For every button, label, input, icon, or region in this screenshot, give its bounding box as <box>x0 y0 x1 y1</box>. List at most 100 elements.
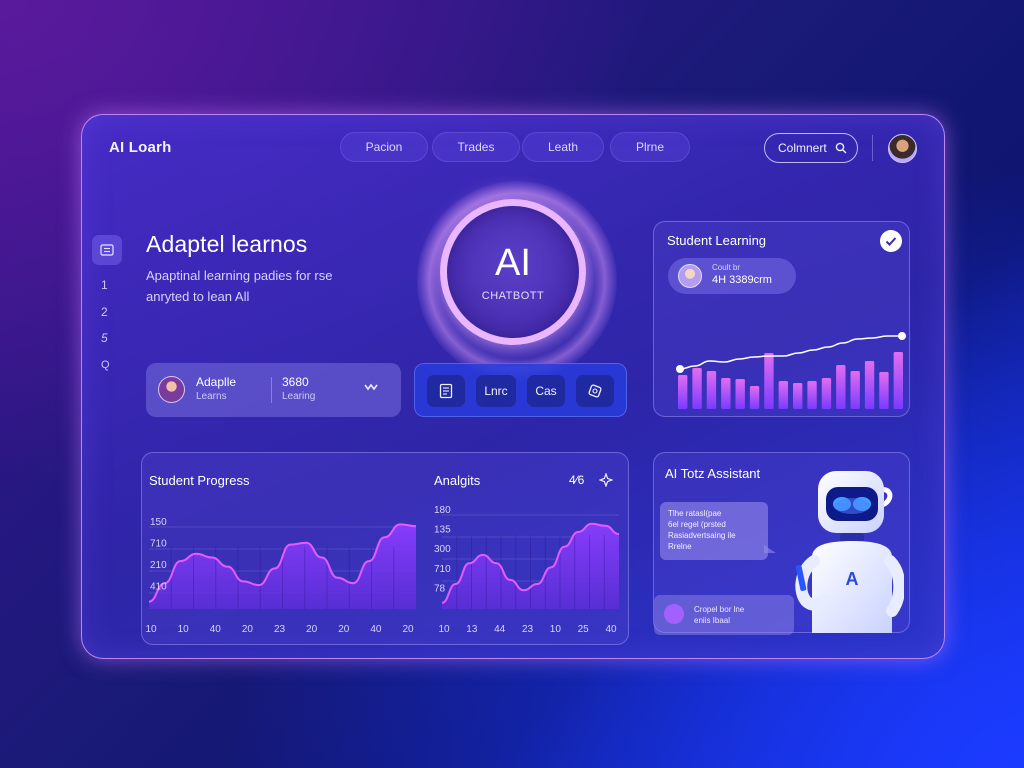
sidebar-item-2[interactable]: 2 <box>101 305 108 319</box>
message-line-2: eniis Ibaal <box>694 616 731 625</box>
hero-subtitle-line-2: anryted to lean All <box>146 289 250 304</box>
nav-item-leath[interactable]: Leath <box>522 132 604 162</box>
sidebar-item-1[interactable]: 1 <box>101 278 108 292</box>
progress-analytics-charts: 150 710 210 410 10 10 40 20 23 20 20 40 20 180 135 300 7… <box>145 505 620 635</box>
progress-x-tick: 10 <box>145 624 157 635</box>
analytics-x-tick: 44 <box>494 624 506 635</box>
chip-tool-button[interactable] <box>576 375 614 407</box>
progress-x-tick: 20 <box>402 624 414 635</box>
robot-logo-letter: A <box>846 569 859 589</box>
document-tool-button[interactable] <box>427 375 465 407</box>
learning-bar <box>893 352 903 409</box>
ai-orb-subtitle: CHATBOTT <box>481 290 545 302</box>
nav-item-trades[interactable]: Trades <box>432 132 520 162</box>
brand-logo[interactable]: AI Loarh <box>109 139 171 156</box>
progress-x-tick: 23 <box>274 624 286 635</box>
analytics-y-tick: 180 <box>434 505 451 516</box>
analytics-x-tick: 25 <box>578 624 590 635</box>
progress-x-tick: 40 <box>210 624 222 635</box>
ai-orb-title: AI <box>495 242 531 284</box>
user-avatar[interactable] <box>888 134 917 163</box>
user-card-value: 3680 <box>282 375 309 389</box>
wave-chevron-icon[interactable] <box>364 382 378 392</box>
learning-bar <box>764 353 774 409</box>
analytics-y-tick: 710 <box>434 564 451 575</box>
learning-bar <box>793 383 803 409</box>
hero-title: Adaptel learnos <box>146 231 308 257</box>
comment-button-label: Colmnert <box>778 141 827 155</box>
dashboard-frame: AI Loarh Pacion Trades Leath Plrne Colmn… <box>81 114 945 659</box>
bubble-line-4: Rrelne <box>668 542 692 551</box>
sidebar-item-q[interactable]: Q <box>101 359 110 371</box>
bubble-line-3: Rasiadvertsaing ile <box>668 531 736 540</box>
learning-bar <box>850 371 860 409</box>
lnrc-tool-button[interactable]: Lnrc <box>476 375 516 407</box>
document-icon <box>439 383 453 399</box>
message-line-1: Cropel bor lne <box>694 605 745 614</box>
learning-bar <box>778 381 788 409</box>
cas-tool-button[interactable]: Cas <box>527 375 565 407</box>
analytics-x-tick: 40 <box>605 624 617 635</box>
learning-bar <box>706 371 717 409</box>
student-learning-chart <box>676 332 906 409</box>
robot-assistant-illustration: A <box>795 471 904 633</box>
hero-subtitle-line-1: Apaptinal learning padies for rse <box>146 268 333 283</box>
user-card-divider <box>271 377 272 403</box>
learning-bar <box>678 375 688 409</box>
assistant-chat-bubble: Tlhe ratasl(pae 6el regel (prsted Rasiad… <box>660 502 768 560</box>
grid-icon <box>100 244 114 256</box>
search-icon <box>835 142 847 154</box>
message-avatar <box>664 604 684 624</box>
ai-assistant-title: AI Totz Assistant <box>665 466 761 481</box>
user-card-name-sub: Learns <box>196 391 227 402</box>
student-learning-panel: Student Learning Coult br 4H 3389crm <box>653 221 910 417</box>
tools-card: Lnrc Cas <box>414 363 627 417</box>
learning-bar <box>721 378 731 409</box>
hero-subtitle: Apaptinal learning padies for rse anryte… <box>146 265 386 307</box>
user-card-avatar <box>158 376 185 403</box>
analytics-y-tick: 300 <box>434 544 451 555</box>
progress-analytics-panel: Student Progress Analgits 4⁄6 150 710 210 4… <box>141 452 629 645</box>
nav-item-plrne[interactable]: Plrne <box>610 132 690 162</box>
assistant-message[interactable]: Cropel bor lne eniis Ibaal <box>654 595 794 635</box>
chip-icon <box>588 384 602 398</box>
sidebar-item-5[interactable]: 5 <box>101 331 108 345</box>
progress-y-tick: 210 <box>150 560 167 571</box>
progress-y-tick: 710 <box>150 539 167 550</box>
learning-bar <box>864 361 875 409</box>
user-card-value-sub: Learing <box>282 391 316 402</box>
user-summary-card[interactable]: Adaplle Learns 3680 Learing <box>146 363 401 417</box>
progress-x-tick: 40 <box>370 624 382 635</box>
learning-bar <box>821 378 832 409</box>
learning-bar <box>879 372 889 409</box>
progress-x-tick: 20 <box>306 624 318 635</box>
progress-y-tick: 410 <box>150 582 167 593</box>
learning-bar <box>749 386 760 409</box>
bubble-line-2: 6el regel (prsted <box>668 520 726 529</box>
ai-chatbot-orb[interactable]: AI CHATBOTT <box>440 199 586 345</box>
user-card-name: Adaplle <box>196 375 237 389</box>
trend-end-point <box>898 332 906 340</box>
message-text: Cropel bor lne eniis Ibaal <box>694 604 744 626</box>
analytics-y-tick: 78 <box>434 583 446 594</box>
ai-assistant-panel: AI Totz Assistant Tlhe ratasl(pae 6el re… <box>653 452 910 635</box>
learning-bar <box>735 379 745 409</box>
sidebar-menu-button[interactable] <box>92 235 122 265</box>
analytics-x-tick: 10 <box>438 624 450 635</box>
nav-item-pacion[interactable]: Pacion <box>340 132 428 162</box>
learning-bar <box>807 381 817 409</box>
trend-start-point <box>676 365 684 373</box>
analytics-y-tick: 135 <box>434 525 451 536</box>
progress-y-tick: 150 <box>150 517 167 528</box>
learning-bar <box>836 365 846 409</box>
comment-button[interactable]: Colmnert <box>764 133 858 163</box>
nav-divider <box>872 135 873 161</box>
bubble-line-1: Tlhe ratasl(pae <box>668 509 722 518</box>
learning-bar <box>692 368 702 409</box>
analytics-x-tick: 23 <box>522 624 534 635</box>
progress-x-tick: 10 <box>178 624 190 635</box>
analytics-x-tick: 13 <box>466 624 478 635</box>
analytics-x-tick: 10 <box>550 624 562 635</box>
progress-x-tick: 20 <box>242 624 254 635</box>
progress-x-tick: 20 <box>338 624 350 635</box>
